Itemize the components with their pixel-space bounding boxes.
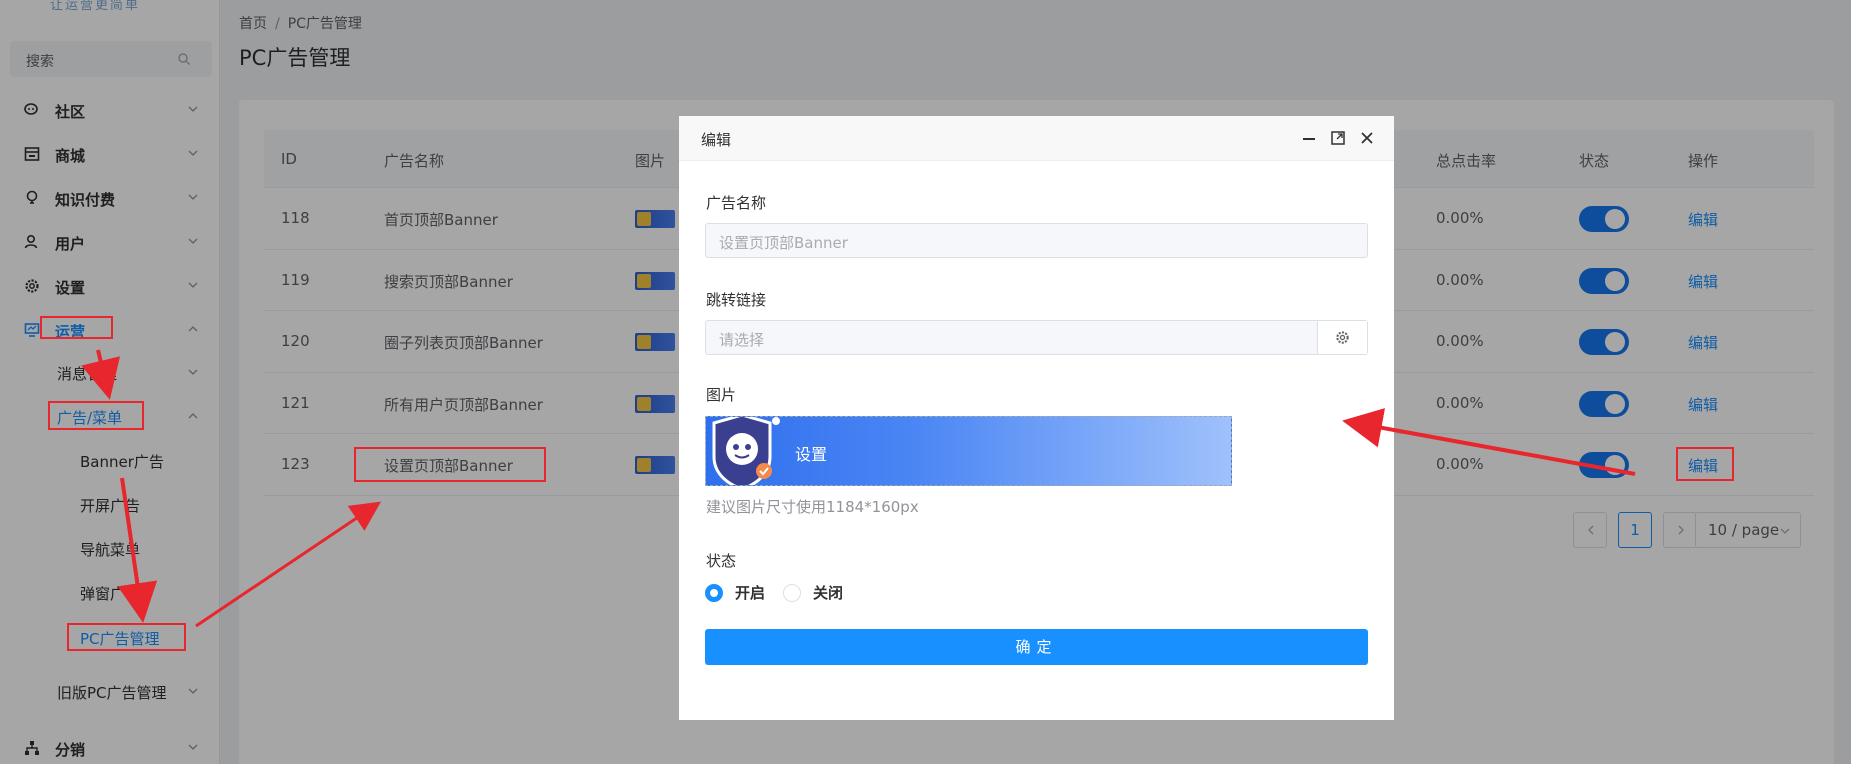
link-select-input[interactable]: 请选择 (705, 320, 1368, 355)
dialog-title: 编辑 (701, 131, 732, 149)
annotation-box-ads-menu (48, 401, 144, 430)
minimize-icon[interactable] (1301, 130, 1317, 146)
radio-label: 关闭 (813, 584, 844, 602)
status-label: 状态 (706, 552, 737, 570)
gear-icon (1336, 331, 1349, 344)
banner-text: 设置 (795, 445, 828, 464)
edit-dialog: 编辑 广告名称 设置页顶部Banner 跳转链接 请选择 图片 设置 建议图片尺… (679, 116, 1394, 720)
ad-name-value: 设置页顶部Banner (719, 234, 848, 252)
ad-name-label: 广告名称 (706, 194, 767, 212)
radio-unchecked-icon (783, 584, 801, 602)
ad-name-input[interactable]: 设置页顶部Banner (705, 223, 1368, 258)
shield-robot-icon (712, 417, 780, 485)
radio-label: 开启 (735, 584, 766, 602)
link-placeholder: 请选择 (719, 331, 765, 349)
maximize-icon[interactable] (1330, 130, 1346, 146)
annotation-box-row-name (354, 447, 546, 482)
confirm-button[interactable]: 确定 (705, 629, 1368, 665)
annotation-box-pc-ads (67, 623, 186, 651)
banner-image-upload[interactable]: 设置 (705, 416, 1232, 486)
radio-checked-icon (705, 584, 723, 602)
dialog-header: 编辑 (679, 116, 1394, 161)
link-settings-button[interactable] (1317, 321, 1367, 354)
close-icon[interactable] (1359, 130, 1375, 146)
annotation-box-edit-link (1676, 447, 1734, 481)
annotation-box-operations (40, 316, 113, 339)
image-label: 图片 (706, 386, 737, 404)
image-size-hint: 建议图片尺寸使用1184*160px (706, 498, 919, 516)
link-label: 跳转链接 (706, 291, 767, 309)
